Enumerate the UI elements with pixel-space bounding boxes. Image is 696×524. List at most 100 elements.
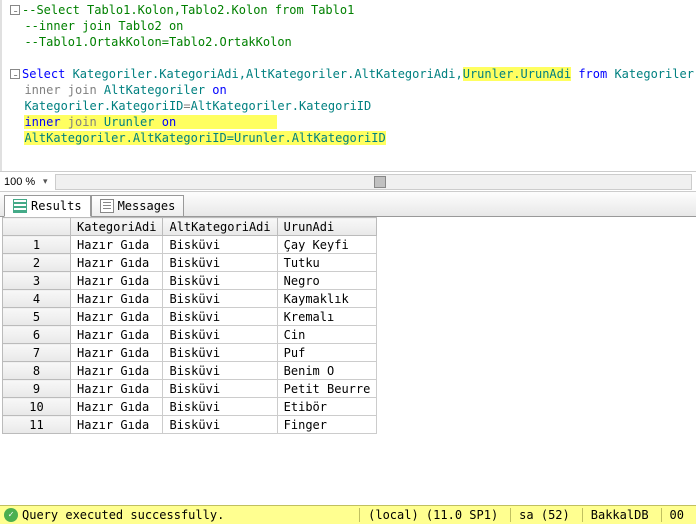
cell[interactable]: Bisküvi xyxy=(163,380,277,398)
code-line: --Select Tablo1.Kolon,Tablo2.Kolon from … xyxy=(22,3,354,17)
code-kw: inner xyxy=(24,115,60,129)
status-server: (local) (11.0 SP1) xyxy=(359,508,506,522)
code-highlight: Urunler.UrunAdi xyxy=(463,67,571,81)
status-rowcount: 00 xyxy=(661,508,692,522)
column-header[interactable]: AltKategoriAdi xyxy=(163,218,277,236)
status-bar: ✓ Query executed successfully. (local) (… xyxy=(0,505,696,524)
zoom-bar: 100 % ▾ xyxy=(0,171,696,191)
cell[interactable]: Etibör xyxy=(277,398,377,416)
table-row[interactable]: 5Hazır GıdaBisküviKremalı xyxy=(3,308,377,326)
cell[interactable]: Çay Keyfi xyxy=(277,236,377,254)
cell[interactable]: Bisküvi xyxy=(163,236,277,254)
cell[interactable]: Hazır Gıda xyxy=(71,308,163,326)
cell[interactable]: Hazır Gıda xyxy=(71,344,163,362)
code-op: = xyxy=(183,99,190,113)
tab-label: Results xyxy=(31,199,82,213)
code-kw: from xyxy=(571,67,607,81)
fold-icon[interactable] xyxy=(10,69,20,79)
code-line: --Tablo1.OrtakKolon=Tablo2.OrtakKolon xyxy=(24,35,291,49)
horizontal-scrollbar[interactable] xyxy=(55,174,692,190)
cell[interactable]: Petit Beurre xyxy=(277,380,377,398)
row-number[interactable]: 4 xyxy=(3,290,71,308)
cell[interactable]: Puf xyxy=(277,344,377,362)
table-row[interactable]: 8Hazır GıdaBisküviBenim O xyxy=(3,362,377,380)
cell[interactable]: Cin xyxy=(277,326,377,344)
row-number[interactable]: 7 xyxy=(3,344,71,362)
cell[interactable]: Hazır Gıda xyxy=(71,272,163,290)
code-tbl: Urunler xyxy=(97,115,162,129)
code-tbl: AltKategoriler xyxy=(97,83,213,97)
status-user: sa (52) xyxy=(510,508,578,522)
result-tabs: Results Messages xyxy=(0,191,696,217)
table-row[interactable]: 10Hazır GıdaBisküviEtibör xyxy=(3,398,377,416)
column-header[interactable]: UrunAdi xyxy=(277,218,377,236)
cell[interactable]: Tutku xyxy=(277,254,377,272)
cell[interactable]: Hazır Gıda xyxy=(71,326,163,344)
table-row[interactable]: 9Hazır GıdaBisküviPetit Beurre xyxy=(3,380,377,398)
code-col: Kategoriler.KategoriID xyxy=(24,99,183,113)
cell[interactable]: Hazır Gıda xyxy=(71,398,163,416)
cell[interactable]: Bisküvi xyxy=(163,308,277,326)
cell[interactable]: Bisküvi xyxy=(163,398,277,416)
cell[interactable]: Finger xyxy=(277,416,377,434)
code-kw: inner join xyxy=(24,83,96,97)
cell[interactable]: Negro xyxy=(277,272,377,290)
corner-header[interactable] xyxy=(3,218,71,236)
grid-icon xyxy=(13,199,27,213)
cell[interactable]: Hazır Gıda xyxy=(71,290,163,308)
code-kw: on xyxy=(162,115,176,129)
table-row[interactable]: 2Hazır GıdaBisküviTutku xyxy=(3,254,377,272)
row-number[interactable]: 2 xyxy=(3,254,71,272)
row-number[interactable]: 6 xyxy=(3,326,71,344)
row-number[interactable]: 1 xyxy=(3,236,71,254)
code-cols: Kategoriler.KategoriAdi,AltKategoriler.A… xyxy=(65,67,462,81)
table-row[interactable]: 11Hazır GıdaBisküviFinger xyxy=(3,416,377,434)
cell[interactable]: Hazır Gıda xyxy=(71,254,163,272)
code-kw: join xyxy=(61,115,97,129)
table-row[interactable]: 6Hazır GıdaBisküviCin xyxy=(3,326,377,344)
row-number[interactable]: 8 xyxy=(3,362,71,380)
cell[interactable]: Benim O xyxy=(277,362,377,380)
cell[interactable]: Bisküvi xyxy=(163,362,277,380)
row-number[interactable]: 9 xyxy=(3,380,71,398)
fold-icon[interactable] xyxy=(10,5,20,15)
tab-results[interactable]: Results xyxy=(4,195,91,217)
table-row[interactable]: 4Hazır GıdaBisküviKaymaklık xyxy=(3,290,377,308)
code-col: AltKategoriler.KategoriID xyxy=(191,99,372,113)
code-tbl: Kategoriler xyxy=(607,67,694,81)
success-icon: ✓ xyxy=(4,508,18,522)
sql-editor[interactable]: --Select Tablo1.Kolon,Tablo2.Kolon from … xyxy=(0,0,696,171)
code-highlight: AltKategoriler.AltKategoriID=Urunler.Alt… xyxy=(24,131,385,145)
cell[interactable]: Hazır Gıda xyxy=(71,380,163,398)
column-header[interactable]: KategoriAdi xyxy=(71,218,163,236)
row-number[interactable]: 5 xyxy=(3,308,71,326)
row-number[interactable]: 11 xyxy=(3,416,71,434)
row-number[interactable]: 3 xyxy=(3,272,71,290)
messages-icon xyxy=(100,199,114,213)
cell[interactable]: Bisküvi xyxy=(163,344,277,362)
cell[interactable]: Bisküvi xyxy=(163,416,277,434)
cell[interactable]: Bisküvi xyxy=(163,326,277,344)
status-message: Query executed successfully. xyxy=(22,508,224,522)
cell[interactable]: Bisküvi xyxy=(163,254,277,272)
table-row[interactable]: 3Hazır GıdaBisküviNegro xyxy=(3,272,377,290)
cell[interactable]: Hazır Gıda xyxy=(71,236,163,254)
code-kw: on xyxy=(212,83,226,97)
cell[interactable]: Kaymaklık xyxy=(277,290,377,308)
code-line: --inner join Tablo2 on xyxy=(24,19,183,33)
tab-messages[interactable]: Messages xyxy=(91,195,185,216)
cell[interactable]: Hazır Gıda xyxy=(71,416,163,434)
zoom-label[interactable]: 100 % xyxy=(4,176,35,188)
table-row[interactable]: 1Hazır GıdaBisküviÇay Keyfi xyxy=(3,236,377,254)
results-grid[interactable]: KategoriAdiAltKategoriAdiUrunAdi 1Hazır … xyxy=(0,217,696,505)
status-db: BakkalDB xyxy=(582,508,657,522)
cell[interactable]: Hazır Gıda xyxy=(71,362,163,380)
zoom-dropdown-icon[interactable]: ▾ xyxy=(39,176,51,188)
cell[interactable]: Bisküvi xyxy=(163,290,277,308)
cell[interactable]: Kremalı xyxy=(277,308,377,326)
tab-label: Messages xyxy=(118,199,176,213)
row-number[interactable]: 10 xyxy=(3,398,71,416)
cell[interactable]: Bisküvi xyxy=(163,272,277,290)
code-kw: Select xyxy=(22,67,65,81)
table-row[interactable]: 7Hazır GıdaBisküviPuf xyxy=(3,344,377,362)
